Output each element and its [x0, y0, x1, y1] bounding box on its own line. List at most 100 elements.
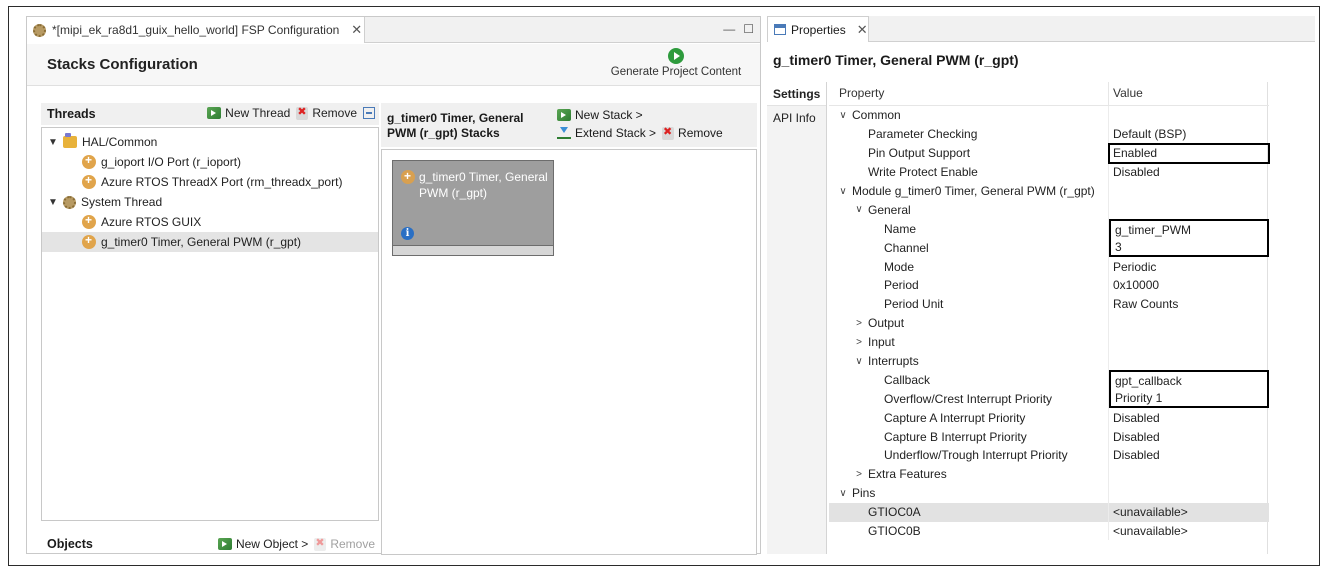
- chevron-down-icon[interactable]: ∨: [837, 186, 849, 197]
- property-value-cell[interactable]: Raw Counts: [1109, 295, 1269, 314]
- property-value-cell[interactable]: 0x10000: [1109, 276, 1269, 295]
- chevron-down-icon[interactable]: ∨: [837, 488, 849, 499]
- chevron-down-icon[interactable]: ▼: [48, 137, 58, 148]
- remove-thread-label: Remove: [312, 106, 357, 120]
- property-name: Callback: [884, 372, 931, 387]
- property-value: Periodic: [1113, 259, 1157, 274]
- remove-icon: [296, 105, 309, 120]
- property-row[interactable]: ∨ Interrupts: [829, 351, 1269, 371]
- property-row[interactable]: Parameter Checking Default (BSP): [829, 124, 1269, 144]
- property-value-cell[interactable]: Disabled: [1109, 446, 1269, 465]
- chevron-right-icon[interactable]: >: [853, 469, 865, 480]
- property-value-cell[interactable]: Priority 1: [1109, 389, 1269, 409]
- property-row[interactable]: > Output: [829, 313, 1269, 333]
- property-name: Write Protect Enable: [868, 165, 978, 180]
- property-row[interactable]: Period Unit Raw Counts: [829, 294, 1269, 314]
- close-icon[interactable]: ✕: [857, 22, 868, 38]
- info-icon[interactable]: i: [401, 227, 414, 240]
- chevron-down-icon[interactable]: ∨: [853, 204, 865, 215]
- remove-object-button[interactable]: Remove: [314, 536, 375, 551]
- property-name-cell: ∨ Module g_timer0 Timer, General PWM (r_g…: [829, 181, 1109, 201]
- chevron-right-icon[interactable]: >: [853, 337, 865, 348]
- new-stack-button[interactable]: New Stack >: [557, 108, 643, 122]
- property-value-cell[interactable]: [1109, 314, 1269, 333]
- property-row[interactable]: ∨ Pins: [829, 483, 1269, 503]
- property-row[interactable]: Write Protect Enable Disabled: [829, 162, 1269, 182]
- gear-icon: [33, 23, 46, 37]
- property-value-cell[interactable]: gpt_callback: [1109, 370, 1269, 390]
- property-value-cell[interactable]: [1109, 200, 1269, 219]
- tree-item-label: g_timer0 Timer, General PWM (r_gpt): [101, 235, 302, 249]
- chevron-down-icon[interactable]: ∨: [853, 356, 865, 367]
- properties-title: g_timer0 Timer, General PWM (r_gpt): [773, 52, 1019, 68]
- property-value-cell[interactable]: Disabled: [1109, 163, 1269, 182]
- chevron-down-icon[interactable]: ▼: [48, 197, 58, 208]
- chevron-right-icon[interactable]: >: [853, 318, 865, 329]
- property-row[interactable]: Capture A Interrupt Priority Disabled: [829, 408, 1269, 428]
- property-name-cell: Pin Output Support: [829, 143, 1109, 163]
- property-value-cell[interactable]: [1109, 352, 1269, 371]
- property-row[interactable]: ∨ General: [829, 200, 1269, 220]
- generate-project-content-button[interactable]: Generate Project Content: [606, 48, 746, 78]
- maximize-icon[interactable]: ☐: [743, 22, 754, 36]
- property-value: 0x10000: [1113, 278, 1160, 293]
- remove-stack-button[interactable]: Remove: [662, 125, 723, 140]
- property-row[interactable]: Pin Output Support Enabled: [829, 142, 1270, 164]
- property-row[interactable]: GTIOC0B <unavailable>: [829, 521, 1269, 541]
- tree-item-system-thread[interactable]: ▼ System Thread: [42, 192, 378, 212]
- tab-settings[interactable]: Settings: [767, 82, 826, 106]
- property-value-cell[interactable]: Enabled: [1108, 142, 1270, 164]
- property-name: Pin Output Support: [868, 146, 971, 161]
- property-value-cell[interactable]: Periodic: [1109, 257, 1269, 276]
- property-value-cell[interactable]: 3: [1109, 238, 1269, 258]
- tree-item-guix[interactable]: Azure RTOS GUIX: [42, 212, 378, 232]
- property-row[interactable]: ∨ Common: [829, 106, 1269, 125]
- property-row[interactable]: ∨ Module g_timer0 Timer, General PWM (r_g…: [829, 181, 1269, 201]
- property-value-cell[interactable]: [1109, 484, 1269, 503]
- chevron-down-icon[interactable]: ∨: [837, 110, 849, 121]
- property-value-cell[interactable]: Disabled: [1109, 408, 1269, 427]
- property-value: gpt_callback: [1115, 373, 1182, 388]
- property-name: General: [868, 202, 911, 217]
- editor-tab[interactable]: *[mipi_ek_ra8d1_guix_hello_world] FSP Co…: [27, 17, 365, 43]
- stacks-pane-header: g_timer0 Timer, General PWM (r_gpt) Stac…: [381, 103, 757, 147]
- editor-tab-title: *[mipi_ek_ra8d1_guix_hello_world] FSP Co…: [52, 23, 340, 37]
- property-row[interactable]: Name g_timer_PWM: [829, 219, 1269, 239]
- properties-tab[interactable]: Properties ✕: [767, 16, 869, 42]
- property-row[interactable]: Period 0x10000: [829, 276, 1269, 295]
- minimize-icon[interactable]: —: [723, 22, 735, 36]
- property-row[interactable]: Callback gpt_callback: [829, 370, 1269, 390]
- property-value-cell[interactable]: Default (BSP): [1109, 125, 1269, 144]
- collapse-all-icon[interactable]: [363, 107, 375, 119]
- property-row[interactable]: Capture B Interrupt Priority Disabled: [829, 427, 1269, 447]
- close-icon[interactable]: ✕: [351, 22, 362, 38]
- property-row[interactable]: Channel 3: [829, 238, 1269, 258]
- property-row[interactable]: Mode Periodic: [829, 257, 1269, 277]
- property-value-cell[interactable]: g_timer_PWM: [1109, 219, 1269, 239]
- property-value-cell[interactable]: [1109, 106, 1269, 125]
- new-object-button[interactable]: New Object >: [217, 537, 308, 551]
- module-icon: [82, 213, 96, 229]
- tree-item-ioport[interactable]: g_ioport I/O Port (r_ioport): [42, 152, 378, 172]
- property-row[interactable]: > Extra Features: [829, 464, 1269, 484]
- property-row[interactable]: > Input: [829, 332, 1269, 352]
- remove-thread-button[interactable]: Remove: [296, 105, 357, 120]
- stack-module-block[interactable]: g_timer0 Timer, General PWM (r_gpt) i: [392, 160, 554, 256]
- new-thread-button[interactable]: New Thread: [207, 106, 290, 120]
- property-row[interactable]: GTIOC0A <unavailable>: [829, 502, 1269, 522]
- property-value-cell[interactable]: Disabled: [1109, 427, 1269, 446]
- property-value-cell[interactable]: <unavailable>: [1109, 503, 1269, 522]
- tree-item-g-timer0[interactable]: g_timer0 Timer, General PWM (r_gpt): [42, 232, 378, 252]
- extend-stack-button[interactable]: Extend Stack >: [557, 126, 656, 140]
- property-value-cell[interactable]: [1109, 182, 1269, 201]
- property-value-cell[interactable]: [1109, 333, 1269, 352]
- property-name-cell: Name: [829, 219, 1109, 239]
- properties-tab-title: Properties: [791, 22, 846, 37]
- tree-item-hal-common[interactable]: ▼ HAL/Common: [42, 132, 378, 152]
- property-value-cell[interactable]: [1109, 465, 1269, 484]
- property-row[interactable]: Underflow/Trough Interrupt Priority Disab…: [829, 446, 1269, 465]
- property-row[interactable]: Overflow/Crest Interrupt Priority Priorit…: [829, 389, 1269, 409]
- tab-api-info[interactable]: API Info: [767, 106, 826, 130]
- tree-item-threadx-port[interactable]: Azure RTOS ThreadX Port (rm_threadx_port…: [42, 172, 378, 192]
- property-value-cell[interactable]: <unavailable>: [1109, 522, 1269, 541]
